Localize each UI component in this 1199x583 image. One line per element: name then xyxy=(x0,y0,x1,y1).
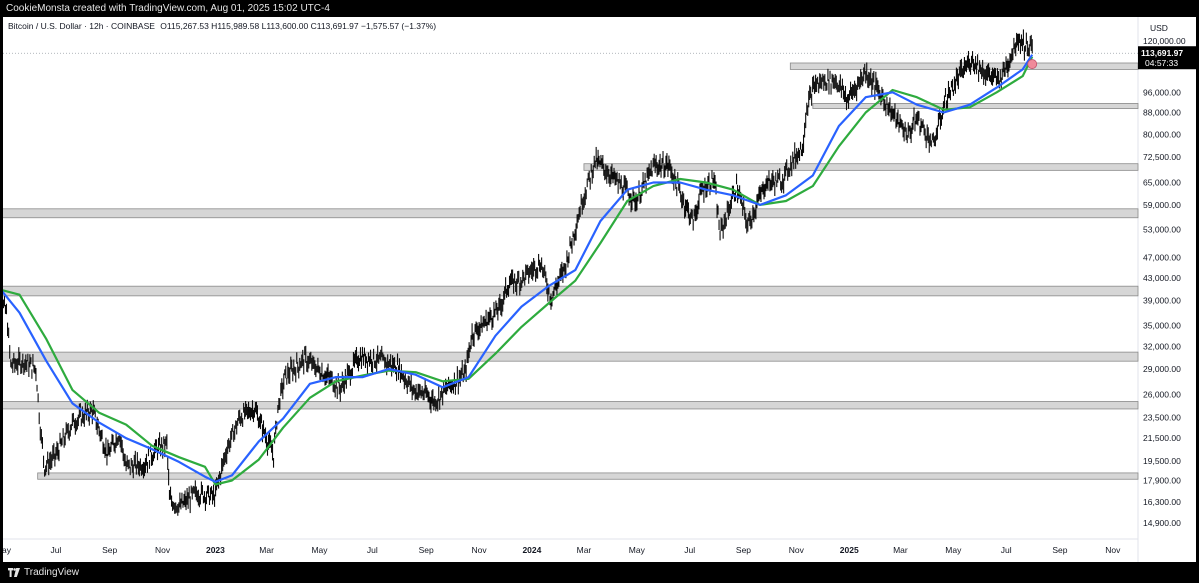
last-price-label: 113,691.97 xyxy=(1141,48,1183,58)
time-tick-label: May xyxy=(945,545,962,555)
price-tick-label: 80,000.00 xyxy=(1143,129,1181,139)
time-tick-label: 2025 xyxy=(840,545,859,555)
chart-frame: CookieMonsta created with TradingView.co… xyxy=(0,0,1199,583)
price-tick-label: 96,000.00 xyxy=(1143,87,1181,97)
time-tick-label: Sep xyxy=(736,545,751,555)
price-tick-label: 88,000.00 xyxy=(1143,107,1181,117)
price-tick-label: 35,000.00 xyxy=(1143,321,1181,331)
symbol-title: Bitcoin / U.S. Dollar · 12h · COINBASE xyxy=(8,21,155,31)
time-tick-label: Nov xyxy=(155,545,171,555)
price-tick-label: 23,500.00 xyxy=(1143,413,1181,423)
time-tick-label: Nov xyxy=(1105,545,1121,555)
footer-brand: TradingView xyxy=(24,567,80,578)
time-tick-label: Mar xyxy=(893,545,908,555)
time-tick-label: May xyxy=(311,545,328,555)
price-tick-label: 32,000.00 xyxy=(1143,341,1181,351)
time-tick-label: 2023 xyxy=(206,545,225,555)
snapshot-caption: CookieMonsta created with TradingView.co… xyxy=(6,3,330,14)
price-tick-label: 39,000.00 xyxy=(1143,296,1181,306)
horizontal-zone xyxy=(3,351,1139,362)
tradingview-footer: TradingView xyxy=(0,563,1199,583)
time-tick-label: Sep xyxy=(1052,545,1067,555)
time-tick-label: Sep xyxy=(102,545,117,555)
time-tick-label: Sep xyxy=(419,545,434,555)
price-tick-label: 120,000.00 xyxy=(1143,36,1186,46)
price-tick-label: 16,300.00 xyxy=(1143,497,1181,507)
bar-countdown-label: 04:57:33 xyxy=(1145,58,1178,68)
price-axis-currency: USD xyxy=(1150,23,1168,33)
tradingview-logo-icon xyxy=(8,567,20,577)
price-tick-label: 43,000.00 xyxy=(1143,273,1181,283)
crossover-marker xyxy=(1027,59,1038,69)
price-tick-label: 47,000.00 xyxy=(1143,252,1181,262)
symbol-legend: Bitcoin / U.S. Dollar · 12h · COINBASE O… xyxy=(8,21,439,31)
time-tick-label: May xyxy=(3,545,12,555)
price-tick-label: 53,000.00 xyxy=(1143,225,1181,235)
price-tick-label: 17,900.00 xyxy=(1143,476,1181,486)
time-tick-label: Jul xyxy=(50,545,61,555)
horizontal-zone xyxy=(3,401,1139,410)
price-tick-label: 21,500.00 xyxy=(1143,433,1181,443)
price-tick-label: 29,000.00 xyxy=(1143,364,1181,374)
time-tick-label: Jul xyxy=(367,545,378,555)
time-tick-label: Nov xyxy=(789,545,805,555)
time-tick-label: Mar xyxy=(577,545,592,555)
snapshot-caption-bar: CookieMonsta created with TradingView.co… xyxy=(0,0,1199,17)
horizontal-zone xyxy=(3,208,1139,219)
price-tick-label: 14,900.00 xyxy=(1143,518,1181,528)
price-tick-label: 72,500.00 xyxy=(1143,152,1181,162)
time-tick-label: 2024 xyxy=(522,545,541,555)
time-tick-label: Nov xyxy=(471,545,487,555)
price-tick-label: 59,000.00 xyxy=(1143,200,1181,210)
price-tick-label: 65,000.00 xyxy=(1143,177,1181,187)
price-tick-label: 26,000.00 xyxy=(1143,389,1181,399)
time-tick-label: May xyxy=(629,545,646,555)
price-tick-label: 19,500.00 xyxy=(1143,456,1181,466)
time-tick-label: Jul xyxy=(684,545,695,555)
chart-panel[interactable]: 120,000.00 96,000.00 88,000.00 80,000.00 72,… xyxy=(3,17,1196,562)
ohlc-values: O115,267.53 H115,989.58 L113,600.00 C113… xyxy=(160,21,437,31)
time-tick-label: Jul xyxy=(1001,545,1012,555)
price-chart[interactable]: 120,000.00 96,000.00 88,000.00 80,000.00 72,… xyxy=(3,17,1196,562)
time-tick-label: Mar xyxy=(259,545,274,555)
horizontal-zone xyxy=(3,285,1139,297)
